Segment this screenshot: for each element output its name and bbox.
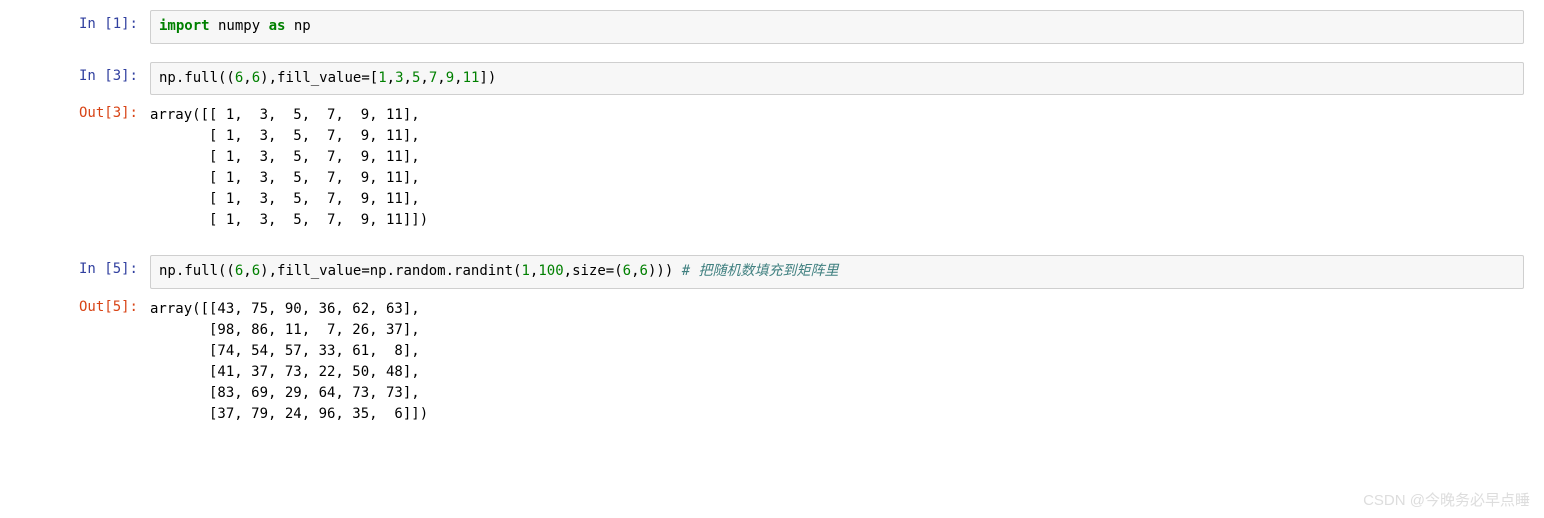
- num-literal: 100: [538, 263, 563, 279]
- spacer: [20, 241, 1524, 255]
- comma: ,: [631, 263, 639, 279]
- num-literal: 3: [395, 70, 403, 86]
- comma: ,: [243, 70, 251, 86]
- module-name: numpy: [210, 18, 269, 34]
- num-literal: 1: [378, 70, 386, 86]
- input-content-5: np.full((6,6),fill_value=np.random.randi…: [150, 255, 1524, 289]
- output-content-3: array([[ 1, 3, 5, 7, 9, 11], [ 1, 3, 5, …: [150, 99, 1524, 237]
- output-prompt-3: Out[3]:: [20, 99, 150, 237]
- num-literal: 11: [463, 70, 480, 86]
- num-literal: 6: [252, 70, 260, 86]
- keyword-as: as: [269, 18, 286, 34]
- input-cell-1: In [1]: import numpy as np: [20, 10, 1524, 44]
- num-literal: 6: [623, 263, 631, 279]
- num-literal: 5: [412, 70, 420, 86]
- code-comment: # 把随机数填充到矩阵里: [682, 263, 839, 279]
- code-input-5[interactable]: np.full((6,6),fill_value=np.random.randi…: [150, 255, 1524, 289]
- output-cell-3: Out[3]: array([[ 1, 3, 5, 7, 9, 11], [ 1…: [20, 99, 1524, 237]
- num-literal: 9: [446, 70, 454, 86]
- input-cell-3: In [3]: np.full((6,6),fill_value=[1,3,5,…: [20, 62, 1524, 96]
- output-content-5: array([[43, 75, 90, 36, 62, 63], [98, 86…: [150, 293, 1524, 431]
- output-prompt-5: Out[5]:: [20, 293, 150, 431]
- num-literal: 6: [252, 263, 260, 279]
- input-content-3: np.full((6,6),fill_value=[1,3,5,7,9,11]): [150, 62, 1524, 96]
- watermark-text: CSDN @今晚务必早点睡: [1363, 489, 1530, 510]
- output-text-3: array([[ 1, 3, 5, 7, 9, 11], [ 1, 3, 5, …: [150, 99, 1524, 237]
- code-text: ))): [648, 263, 682, 279]
- num-literal: 1: [521, 263, 529, 279]
- input-prompt-5: In [5]:: [20, 255, 150, 289]
- code-text: ),fill_value=np.random.randint(: [260, 263, 521, 279]
- num-literal: 6: [640, 263, 648, 279]
- spacer: [20, 48, 1524, 62]
- num-literal: 7: [429, 70, 437, 86]
- code-text: ),fill_value=[: [260, 70, 378, 86]
- output-cell-5: Out[5]: array([[43, 75, 90, 36, 62, 63],…: [20, 293, 1524, 431]
- input-cell-5: In [5]: np.full((6,6),fill_value=np.rand…: [20, 255, 1524, 289]
- output-text-5: array([[43, 75, 90, 36, 62, 63], [98, 86…: [150, 293, 1524, 431]
- input-prompt-1: In [1]:: [20, 10, 150, 44]
- code-input-1[interactable]: import numpy as np: [150, 10, 1524, 44]
- input-content-1: import numpy as np: [150, 10, 1524, 44]
- code-text: np.full((: [159, 263, 235, 279]
- code-text: ]): [479, 70, 496, 86]
- code-input-3[interactable]: np.full((6,6),fill_value=[1,3,5,7,9,11]): [150, 62, 1524, 96]
- comma: ,: [243, 263, 251, 279]
- keyword-import: import: [159, 18, 210, 34]
- code-text: np.full((: [159, 70, 235, 86]
- input-prompt-3: In [3]:: [20, 62, 150, 96]
- code-text: ,size=(: [564, 263, 623, 279]
- alias-name: np: [285, 18, 310, 34]
